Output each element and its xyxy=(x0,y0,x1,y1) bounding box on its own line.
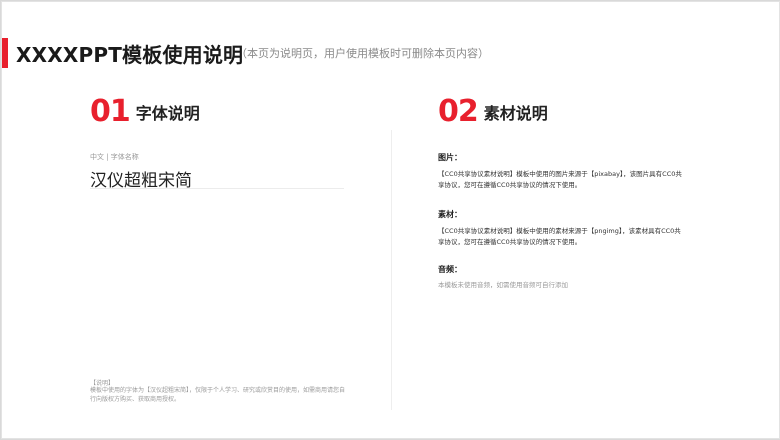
font-section-title: 字体说明 xyxy=(135,103,200,123)
page-subtitle: （本页为说明页，用户使用模板时可删除本页内容） xyxy=(236,47,489,60)
title-accent-bar xyxy=(2,38,8,68)
material-section-number: 02 xyxy=(438,94,479,129)
material-section-header: 02 素材说明 xyxy=(438,94,548,129)
material-text: 【CC0共享协议素材说明】模板中使用的素材来源于【pngimg】，该素材具有CC… xyxy=(438,227,681,246)
font-name-underline xyxy=(90,188,344,189)
font-caption: 中文 | 字体名称 xyxy=(90,153,139,161)
font-section-header: 01 字体说明 xyxy=(90,94,200,129)
image-heading: 图片： xyxy=(438,153,462,162)
image-text: 【CC0共享协议素材说明】模板中使用的图片来源于【pixabay】，该图片具有C… xyxy=(438,170,682,189)
font-section-number: 01 xyxy=(90,94,131,129)
audio-heading: 音频： xyxy=(438,265,462,274)
page-title: XXXXPPT模板使用说明 xyxy=(16,43,244,67)
material-section-title: 素材说明 xyxy=(483,103,548,123)
font-note-text: 模板中使用的字体为【汉仪超粗宋简】，仅限于个人学习、研究或欣赏目的使用，如需商用… xyxy=(90,387,346,403)
column-divider xyxy=(391,130,392,410)
slide: XXXXPPT模板使用说明 （本页为说明页，用户使用模板时可删除本页内容） 01… xyxy=(1,1,780,439)
audio-text: 本模板未使用音频，如需使用音频可自行添加 xyxy=(438,281,568,289)
material-heading: 素材： xyxy=(438,210,462,219)
